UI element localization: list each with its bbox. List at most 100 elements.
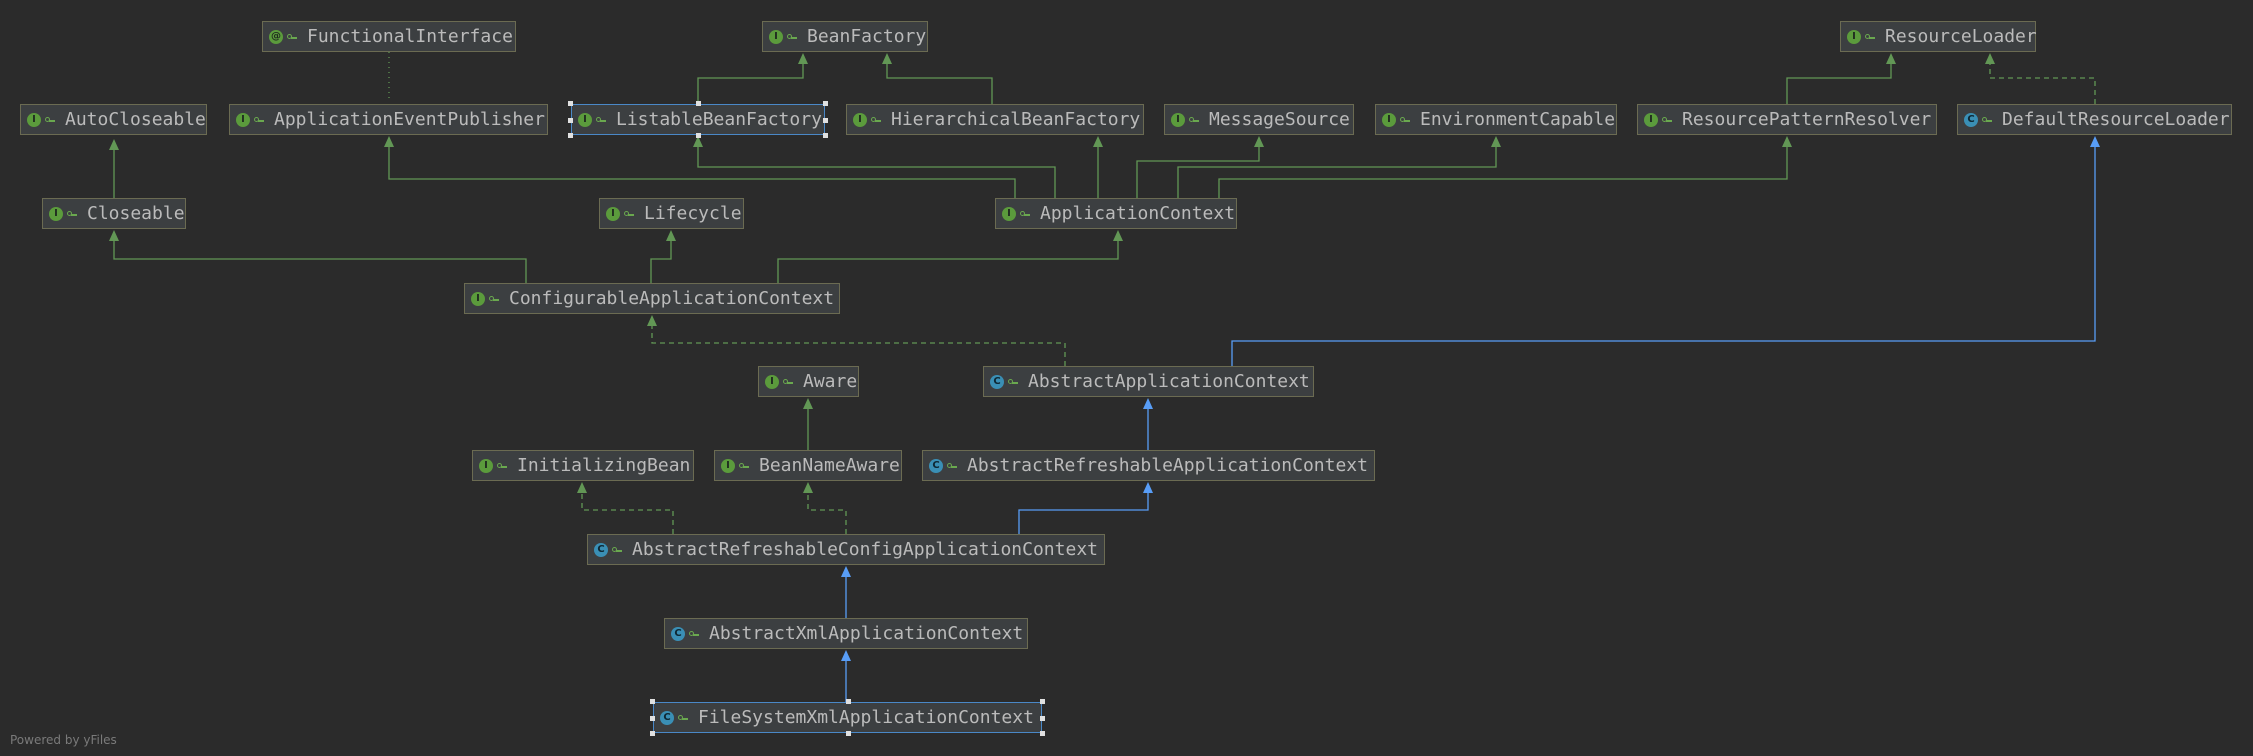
uml-diagram-canvas[interactable]: @ FunctionalInterface I BeanFactory I Resourc… bbox=[0, 0, 2253, 756]
arrowhead-icon bbox=[666, 230, 676, 241]
class-icon: C bbox=[660, 710, 674, 725]
selection-handle[interactable] bbox=[845, 699, 851, 704]
selection-handle[interactable] bbox=[823, 133, 828, 138]
node-closeable[interactable]: I Closeable bbox=[42, 198, 186, 229]
abstract-class-icon: C bbox=[990, 374, 1004, 389]
node-label: BeanFactory bbox=[807, 26, 927, 47]
node-hierarchical-bean-factory[interactable]: I HierarchicalBeanFactory bbox=[846, 104, 1144, 135]
abstract-class-icon: C bbox=[929, 458, 943, 473]
node-file-system-xml-application-context[interactable]: C FileSystemXmlApplicationContext bbox=[653, 702, 1042, 733]
public-visibility-icon bbox=[497, 461, 507, 471]
interface-icon: I bbox=[1847, 29, 1861, 44]
public-visibility-icon bbox=[871, 115, 881, 125]
edge-application-context-to-hierarchical-bean-factory bbox=[1093, 136, 1103, 198]
arrowhead-icon bbox=[1143, 398, 1153, 409]
arrowhead-icon bbox=[384, 136, 394, 147]
node-label: MessageSource bbox=[1209, 109, 1350, 130]
selection-handle[interactable] bbox=[1040, 699, 1045, 704]
public-visibility-icon bbox=[596, 115, 606, 125]
node-abstract-refreshable-config-application-context[interactable]: C AbstractRefreshableConfigApplicationCon… bbox=[587, 534, 1105, 565]
edge-configurable-application-context-to-application-context bbox=[777, 230, 1123, 283]
node-abstract-application-context[interactable]: C AbstractApplicationContext bbox=[983, 366, 1314, 397]
public-visibility-icon bbox=[1982, 115, 1992, 125]
public-visibility-icon bbox=[1020, 209, 1030, 219]
selection-handle[interactable] bbox=[823, 117, 828, 123]
edge-abstract-refreshable-config-application-context-to-initializing-bean bbox=[577, 482, 674, 534]
selection-handle[interactable] bbox=[650, 699, 655, 704]
interface-icon: I bbox=[27, 112, 41, 127]
arrowhead-icon bbox=[803, 482, 813, 493]
selection-handle[interactable] bbox=[823, 101, 828, 106]
node-resource-loader[interactable]: I ResourceLoader bbox=[1840, 21, 2037, 52]
public-visibility-icon bbox=[612, 545, 622, 555]
arrowhead-icon bbox=[841, 566, 851, 577]
node-lifecycle[interactable]: I Lifecycle bbox=[599, 198, 744, 229]
edge-abstract-application-context-to-configurable-application-context bbox=[647, 315, 1066, 366]
public-visibility-icon bbox=[45, 115, 55, 125]
node-bean-name-aware[interactable]: I BeanNameAware bbox=[714, 450, 902, 481]
class-icon: C bbox=[1964, 112, 1978, 127]
node-environment-capable[interactable]: I EnvironmentCapable bbox=[1375, 104, 1617, 135]
selection-handle[interactable] bbox=[568, 117, 573, 123]
selection-handle[interactable] bbox=[650, 715, 655, 721]
selection-handle[interactable] bbox=[696, 101, 701, 106]
edge-abstract-application-context-to-default-resource-loader bbox=[1231, 136, 2100, 366]
node-abstract-refreshable-application-context[interactable]: C AbstractRefreshableApplicationContext bbox=[922, 450, 1375, 481]
node-bean-factory[interactable]: I BeanFactory bbox=[762, 21, 928, 52]
edge-abstract-xml-application-context-to-abstract-refreshable-config-application-context bbox=[841, 566, 851, 618]
public-visibility-icon bbox=[1400, 115, 1410, 125]
selection-handle[interactable] bbox=[568, 101, 573, 106]
interface-icon: I bbox=[471, 291, 485, 306]
selection-handle[interactable] bbox=[696, 133, 701, 138]
selection-handle[interactable] bbox=[650, 731, 655, 736]
node-label: AbstractRefreshableApplicationContext bbox=[967, 455, 1368, 476]
node-application-context[interactable]: I ApplicationContext bbox=[995, 198, 1237, 229]
node-functional-interface[interactable]: @ FunctionalInterface bbox=[262, 21, 516, 52]
node-label: BeanNameAware bbox=[759, 455, 900, 476]
selection-handle[interactable] bbox=[568, 133, 573, 138]
node-abstract-xml-application-context[interactable]: C AbstractXmlApplicationContext bbox=[664, 618, 1028, 649]
public-visibility-icon bbox=[787, 32, 797, 42]
interface-icon: I bbox=[49, 206, 63, 221]
powered-by-label: Powered by yFiles bbox=[10, 733, 117, 747]
arrowhead-icon bbox=[882, 53, 892, 64]
node-listable-bean-factory[interactable]: I ListableBeanFactory bbox=[571, 104, 825, 135]
selection-handle[interactable] bbox=[845, 731, 851, 736]
abstract-class-icon: C bbox=[671, 626, 685, 641]
arrowhead-icon bbox=[109, 139, 119, 150]
node-aware[interactable]: I Aware bbox=[758, 366, 859, 397]
interface-icon: I bbox=[479, 458, 493, 473]
interface-icon: I bbox=[1171, 112, 1185, 127]
interface-icon: I bbox=[1644, 112, 1658, 127]
node-label: Closeable bbox=[87, 203, 185, 224]
selection-handle[interactable] bbox=[1040, 715, 1045, 721]
arrowhead-icon bbox=[798, 53, 808, 64]
node-label: ResourcePatternResolver bbox=[1682, 109, 1932, 130]
node-label: AutoCloseable bbox=[65, 109, 206, 130]
node-configurable-application-context[interactable]: I ConfigurableApplicationContext bbox=[464, 283, 840, 314]
public-visibility-icon bbox=[678, 713, 688, 723]
node-default-resource-loader[interactable]: C DefaultResourceLoader bbox=[1957, 104, 2232, 135]
arrowhead-icon bbox=[577, 482, 587, 493]
arrowhead-icon bbox=[1985, 53, 1995, 64]
selection-handle[interactable] bbox=[1040, 731, 1045, 736]
interface-icon: I bbox=[578, 112, 592, 127]
public-visibility-icon bbox=[689, 629, 699, 639]
public-visibility-icon bbox=[1189, 115, 1199, 125]
node-resource-pattern-resolver[interactable]: I ResourcePatternResolver bbox=[1637, 104, 1937, 135]
interface-icon: I bbox=[769, 29, 783, 44]
public-visibility-icon bbox=[254, 115, 264, 125]
node-label: HierarchicalBeanFactory bbox=[891, 109, 1141, 130]
node-label: FunctionalInterface bbox=[307, 26, 513, 47]
node-message-source[interactable]: I MessageSource bbox=[1164, 104, 1354, 135]
node-label: AbstractApplicationContext bbox=[1028, 371, 1310, 392]
public-visibility-icon bbox=[783, 377, 793, 387]
node-initializing-bean[interactable]: I InitializingBean bbox=[472, 450, 694, 481]
edge-resource-pattern-resolver-to-resource-loader bbox=[1786, 53, 1896, 104]
edge-closeable-to-auto-closeable bbox=[109, 139, 119, 198]
node-application-event-publisher[interactable]: I ApplicationEventPublisher bbox=[229, 104, 548, 135]
arrowhead-icon bbox=[647, 315, 657, 326]
edge-listable-bean-factory-to-bean-factory bbox=[697, 53, 808, 104]
node-auto-closeable[interactable]: I AutoCloseable bbox=[20, 104, 207, 135]
edge-bean-name-aware-to-aware bbox=[803, 398, 813, 450]
